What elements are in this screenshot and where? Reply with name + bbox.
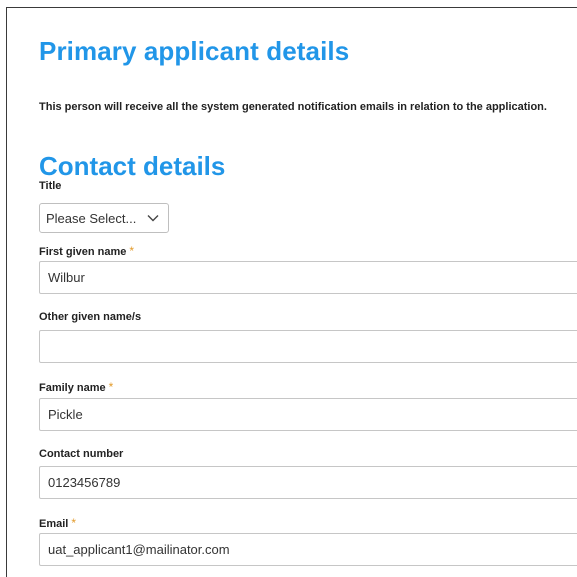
family-name-label-text: Family name [39,382,106,394]
family-name-label: Family name * [39,380,113,394]
email-label: Email * [39,516,76,530]
email-label-text: Email [39,518,69,530]
title-label: Title [39,180,61,192]
chevron-down-icon [147,215,159,222]
first-given-name-input[interactable]: Wilbur [39,261,577,294]
title-label-text: Title [39,180,62,192]
first-given-name-label-text: First given name [39,246,127,258]
first-given-name-value: Wilbur [48,270,85,285]
contact-number-input[interactable]: 0123456789 [39,466,577,499]
required-marker: * [129,244,135,258]
title-select-value: Please Select... [46,210,137,226]
contact-number-label: Contact number [39,448,123,460]
other-given-names-label-text: Other given name/s [39,311,142,323]
first-given-name-label: First given name * [39,244,134,258]
contact-number-label-text: Contact number [39,448,124,460]
intro-text: This person will receive all the system … [39,101,547,113]
contact-details-heading: Contact details [39,151,226,181]
family-name-input[interactable]: Pickle [39,398,577,431]
email-input[interactable]: uat_applicant1@mailinator.com [39,533,577,566]
required-marker: * [108,380,114,394]
title-select[interactable]: Please Select... [39,203,169,233]
other-given-names-label: Other given name/s [39,311,141,323]
required-marker: * [71,516,77,530]
other-given-names-input[interactable] [39,330,577,363]
contact-number-value: 0123456789 [48,475,121,490]
email-value: uat_applicant1@mailinator.com [48,542,230,557]
page-title: Primary applicant details [39,36,350,66]
family-name-value: Pickle [48,407,83,422]
panel-frame: Primary applicant details This person wi… [6,7,577,577]
